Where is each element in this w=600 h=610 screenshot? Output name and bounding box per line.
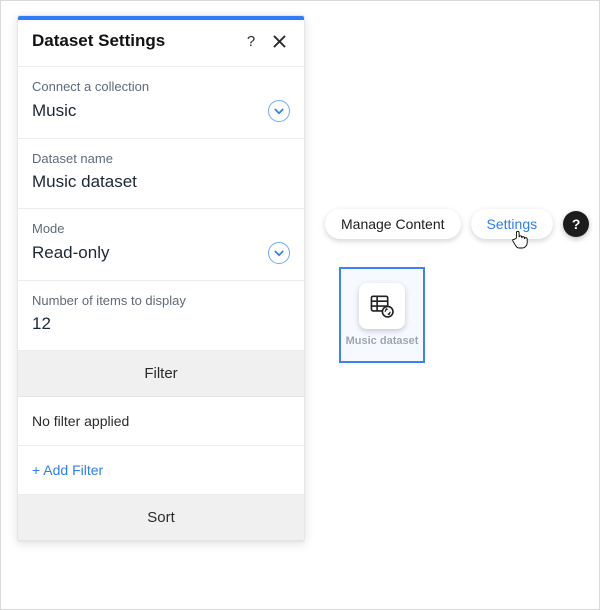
filter-heading: Filter — [18, 351, 304, 397]
dataset-name-label: Dataset name — [32, 151, 290, 166]
dataset-settings-panel: Dataset Settings ? Connect a collection … — [17, 15, 305, 542]
collection-dropdown[interactable]: Music — [32, 100, 290, 122]
manage-content-button[interactable]: Manage Content — [325, 209, 461, 239]
help-icon[interactable]: ? — [240, 30, 262, 52]
panel-title: Dataset Settings — [32, 31, 234, 51]
collection-value: Music — [32, 101, 76, 121]
close-icon[interactable] — [268, 30, 290, 52]
panel-header: Dataset Settings ? — [18, 20, 304, 67]
item-count-value: 12 — [32, 314, 51, 333]
mode-field: Mode Read-only — [18, 209, 304, 281]
dataset-name-value: Music dataset — [32, 172, 137, 191]
toolbar-help-icon[interactable]: ? — [563, 211, 589, 237]
chevron-down-icon[interactable] — [268, 242, 290, 264]
sort-heading: Sort — [18, 495, 304, 541]
mode-dropdown[interactable]: Read-only — [32, 242, 290, 264]
no-filter-text: No filter applied — [18, 397, 304, 446]
settings-button[interactable]: Settings — [471, 209, 554, 239]
collection-field: Connect a collection Music — [18, 67, 304, 139]
element-toolbar: Manage Content Settings ? — [325, 209, 589, 239]
mode-label: Mode — [32, 221, 290, 236]
collection-label: Connect a collection — [32, 79, 290, 94]
item-count-field: Number of items to display 12 — [18, 281, 304, 351]
dataset-icon — [359, 283, 405, 329]
mode-value: Read-only — [32, 243, 110, 263]
item-count-label: Number of items to display — [32, 293, 290, 308]
dataset-tile-label: Music dataset — [346, 335, 419, 347]
chevron-down-icon[interactable] — [268, 100, 290, 122]
dataset-name-field: Dataset name Music dataset — [18, 139, 304, 209]
item-count-input[interactable]: 12 — [32, 314, 290, 334]
dataset-element-tile[interactable]: Music dataset — [339, 267, 425, 363]
dataset-name-input[interactable]: Music dataset — [32, 172, 290, 192]
add-filter-button[interactable]: + Add Filter — [18, 446, 304, 495]
